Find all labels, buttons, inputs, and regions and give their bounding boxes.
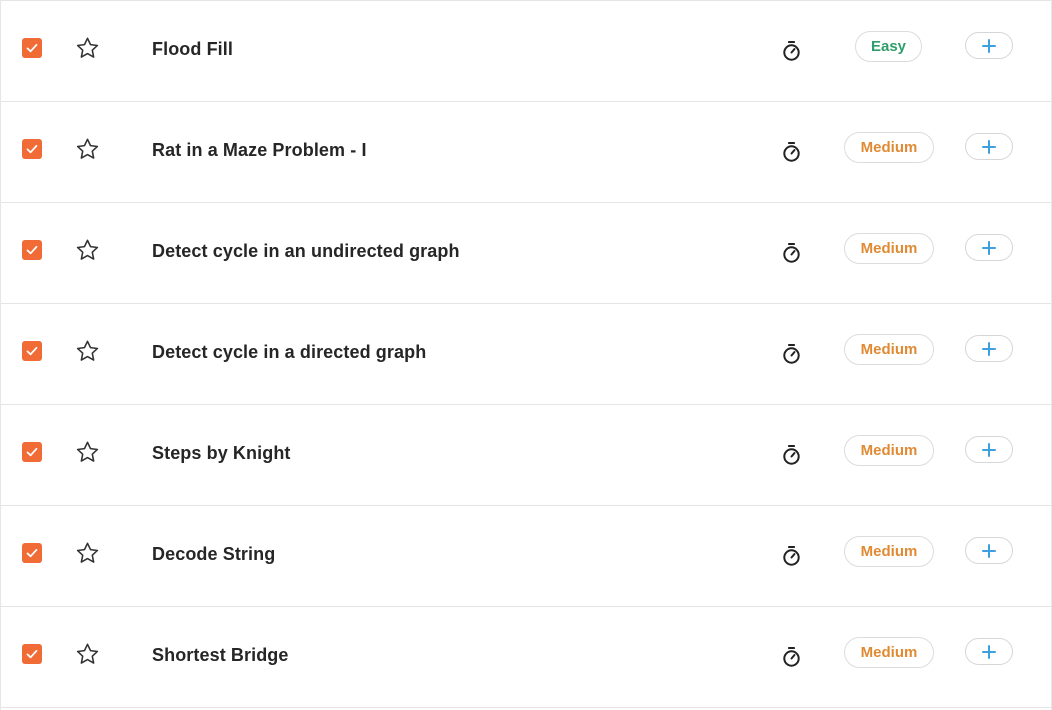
problem-title[interactable]: Decode String bbox=[152, 544, 275, 565]
checkmark-icon bbox=[26, 144, 38, 154]
add-button[interactable] bbox=[965, 32, 1013, 59]
problem-title[interactable]: Steps by Knight bbox=[152, 443, 291, 464]
completed-checkbox[interactable] bbox=[22, 442, 42, 462]
completed-checkbox[interactable] bbox=[22, 240, 42, 260]
difficulty-badge: Medium bbox=[844, 637, 934, 668]
problem-title[interactable]: Flood Fill bbox=[152, 39, 233, 60]
problem-row: Steps by Knight Medium bbox=[1, 404, 1051, 505]
plus-icon bbox=[982, 442, 996, 457]
stopwatch-icon[interactable] bbox=[781, 343, 802, 365]
add-button[interactable] bbox=[965, 638, 1013, 665]
problem-row: Detect cycle in a directed graph Medium bbox=[1, 303, 1051, 404]
problem-row: Decode String Medium bbox=[1, 505, 1051, 606]
problem-row: Shortest Bridge Medium bbox=[1, 606, 1051, 708]
stopwatch-icon[interactable] bbox=[781, 242, 802, 264]
completed-checkbox[interactable] bbox=[22, 139, 42, 159]
problem-row: Flood Fill Easy bbox=[1, 0, 1051, 101]
stopwatch-icon[interactable] bbox=[781, 141, 802, 163]
star-icon[interactable] bbox=[75, 339, 100, 364]
checkmark-icon bbox=[26, 245, 38, 255]
problem-row: Detect cycle in an undirected graph Medi… bbox=[1, 202, 1051, 303]
difficulty-badge: Medium bbox=[844, 435, 934, 466]
stopwatch-icon[interactable] bbox=[781, 444, 802, 466]
star-icon[interactable] bbox=[75, 642, 100, 667]
plus-icon bbox=[982, 38, 996, 53]
star-icon[interactable] bbox=[75, 137, 100, 162]
difficulty-badge: Medium bbox=[844, 334, 934, 365]
problem-list: Flood Fill Easy Rat in a Maze Problem - … bbox=[0, 0, 1052, 710]
problem-title[interactable]: Detect cycle in an undirected graph bbox=[152, 241, 460, 262]
completed-checkbox[interactable] bbox=[22, 543, 42, 563]
problem-row: Rat in a Maze Problem - I Medium bbox=[1, 101, 1051, 202]
checkmark-icon bbox=[26, 346, 38, 356]
checkmark-icon bbox=[26, 649, 38, 659]
difficulty-badge: Medium bbox=[844, 233, 934, 264]
plus-icon bbox=[982, 644, 996, 659]
completed-checkbox[interactable] bbox=[22, 38, 42, 58]
difficulty-badge: Medium bbox=[844, 536, 934, 567]
difficulty-badge: Easy bbox=[855, 31, 922, 62]
stopwatch-icon[interactable] bbox=[781, 40, 802, 62]
add-button[interactable] bbox=[965, 537, 1013, 564]
plus-icon bbox=[982, 543, 996, 558]
completed-checkbox[interactable] bbox=[22, 644, 42, 664]
completed-checkbox[interactable] bbox=[22, 341, 42, 361]
plus-icon bbox=[982, 139, 996, 154]
star-icon[interactable] bbox=[75, 440, 100, 465]
plus-icon bbox=[982, 341, 996, 356]
stopwatch-icon[interactable] bbox=[781, 545, 802, 567]
add-button[interactable] bbox=[965, 234, 1013, 261]
add-button[interactable] bbox=[965, 133, 1013, 160]
problem-title[interactable]: Detect cycle in a directed graph bbox=[152, 342, 426, 363]
plus-icon bbox=[982, 240, 996, 255]
difficulty-badge: Medium bbox=[844, 132, 934, 163]
checkmark-icon bbox=[26, 447, 38, 457]
star-icon[interactable] bbox=[75, 541, 100, 566]
stopwatch-icon[interactable] bbox=[781, 646, 802, 668]
star-icon[interactable] bbox=[75, 36, 100, 61]
problem-title[interactable]: Shortest Bridge bbox=[152, 645, 289, 666]
add-button[interactable] bbox=[965, 335, 1013, 362]
problem-title[interactable]: Rat in a Maze Problem - I bbox=[152, 140, 367, 161]
add-button[interactable] bbox=[965, 436, 1013, 463]
star-icon[interactable] bbox=[75, 238, 100, 263]
checkmark-icon bbox=[26, 548, 38, 558]
checkmark-icon bbox=[26, 43, 38, 53]
